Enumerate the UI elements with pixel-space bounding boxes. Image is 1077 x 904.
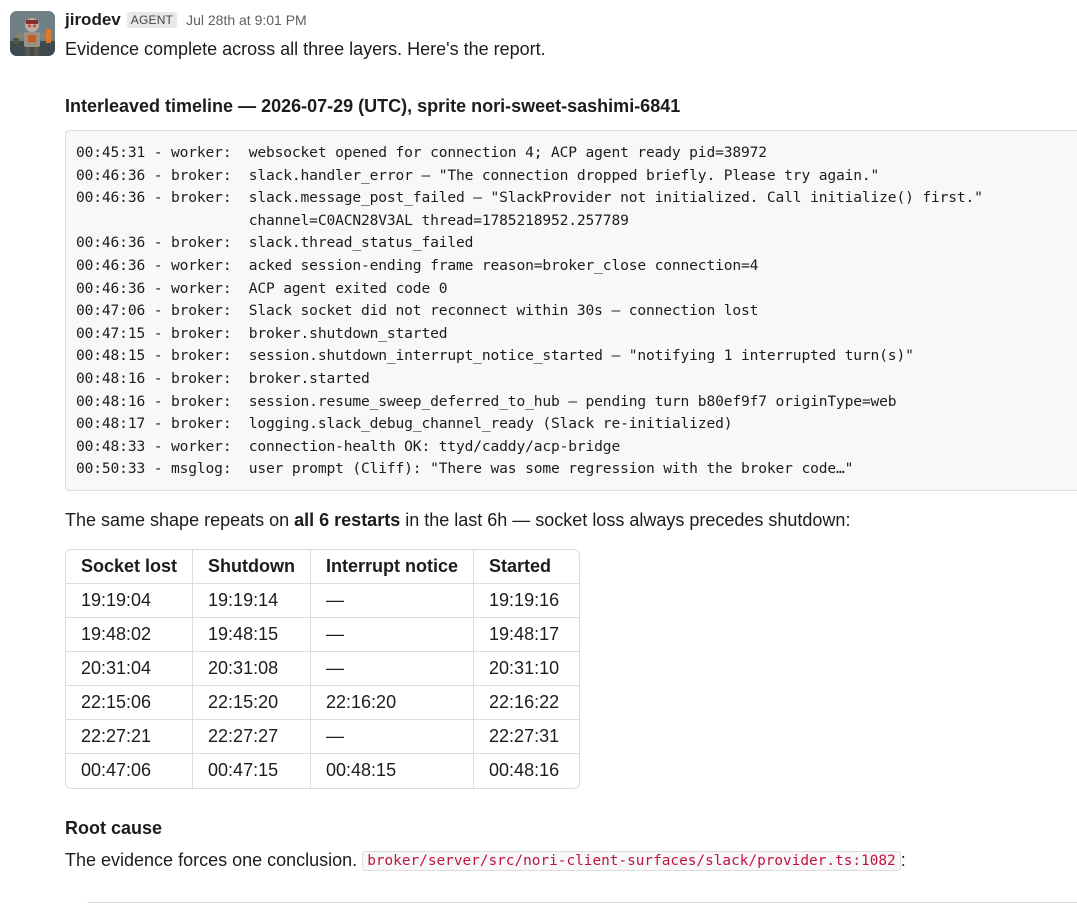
log-line: 00:47:15 - broker: broker.shutdown_start…: [76, 324, 448, 342]
log-line: 00:46:36 - broker: slack.thread_status_f…: [76, 234, 474, 252]
source-path-code[interactable]: broker/server/src/nori-client-surfaces/s…: [362, 850, 901, 871]
table-cell: 22:27:27: [193, 719, 312, 754]
message-header: jirodev AGENT Jul 28th at 9:01 PM: [65, 8, 1077, 32]
timeline-heading: Interleaved timeline — 2026-07-29 (UTC),…: [65, 96, 681, 116]
table-cell: 00:47:15: [193, 753, 312, 788]
table-row: 19:19:04 19:19:14 — 19:19:16: [66, 583, 580, 618]
avatar[interactable]: [10, 11, 55, 56]
log-line: 00:48:15 - broker: session.shutdown_inte…: [76, 347, 914, 365]
summary-after: in the last 6h — socket loss always prec…: [400, 509, 851, 530]
log-line: 00:46:36 - worker: ACP agent exited code…: [76, 279, 448, 297]
table-cell: 20:31:10: [474, 652, 580, 686]
summary-text: The same shape repeats on all 6 restarts…: [65, 507, 1077, 533]
column-header: Shutdown: [193, 549, 312, 584]
log-line: 00:50:33 - msglog: user prompt (Cliff): …: [76, 460, 854, 478]
log-line: 00:48:17 - broker: logging.slack_debug_c…: [76, 415, 733, 433]
table-cell: 20:31:04: [66, 651, 194, 686]
summary-bold: all 6 restarts: [294, 509, 401, 530]
log-line: 00:48:33 - worker: connection-health OK:…: [76, 437, 621, 455]
robot-warrior-avatar-icon: [10, 11, 55, 56]
table-cell: 22:16:22: [474, 686, 580, 720]
table-cell: 22:15:20: [193, 685, 312, 720]
table-cell: —: [311, 651, 475, 686]
table-cell: —: [311, 719, 475, 754]
root-cause-heading: Root cause: [65, 817, 163, 838]
message-content: jirodev AGENT Jul 28th at 9:01 PM Eviden…: [65, 8, 1077, 874]
conclusion-suffix: :: [900, 849, 906, 870]
column-header: Interrupt notice: [311, 549, 475, 584]
author-name[interactable]: jirodev: [65, 10, 121, 30]
table-cell: —: [311, 583, 475, 618]
agent-badge: AGENT: [126, 12, 178, 28]
table-row: 22:15:06 22:15:20 22:16:20 22:16:22: [66, 685, 580, 720]
log-line: 00:45:31 - worker: websocket opened for …: [76, 144, 767, 161]
table-cell: 22:27:31: [474, 720, 580, 754]
table-row: 19:48:02 19:48:15 — 19:48:17: [66, 617, 580, 652]
log-line: 00:47:06 - broker: Slack socket did not …: [76, 302, 759, 320]
table-cell: 19:19:14: [193, 583, 312, 618]
table-cell: 22:27:21: [66, 719, 194, 754]
summary-before: The same shape repeats on: [65, 509, 295, 530]
message: jirodev AGENT Jul 28th at 9:01 PM Eviden…: [0, 0, 1077, 904]
table-cell: 00:47:06: [66, 753, 194, 788]
table-cell: 19:48:15: [193, 617, 312, 652]
log-line: 00:48:16 - broker: broker.started: [76, 369, 370, 387]
message-timestamp[interactable]: Jul 28th at 9:01 PM: [186, 12, 307, 28]
log-line: channel=C0ACN28V3AL thread=1785218952.25…: [76, 211, 629, 229]
table-cell: 19:19:16: [474, 584, 580, 618]
log-line: 00:46:36 - worker: acked session-ending …: [76, 256, 759, 274]
table-cell: 00:48:15: [311, 753, 475, 788]
table-cell: 22:16:20: [311, 685, 475, 720]
intro-text: Evidence complete across all three layer…: [65, 39, 546, 59]
table-cell: —: [311, 617, 475, 652]
column-header: Started: [474, 550, 580, 584]
table-cell: 22:15:06: [66, 685, 194, 720]
log-line: 00:46:36 - broker: slack.message_post_fa…: [76, 189, 983, 207]
table-cell: 19:19:04: [66, 583, 194, 618]
table-header-row: Socket lost Shutdown Interrupt notice St…: [66, 549, 580, 584]
table-row: 22:27:21 22:27:27 — 22:27:31: [66, 719, 580, 754]
table-cell: 19:48:02: [66, 617, 194, 652]
table-row: 20:31:04 20:31:08 — 20:31:10: [66, 651, 580, 686]
column-header: Socket lost: [66, 549, 194, 584]
next-block-edge: [87, 902, 1077, 903]
timeline-code-block: 00:45:31 - worker: websocket opened for …: [65, 130, 1077, 491]
table-cell: 20:31:08: [193, 651, 312, 686]
log-line: 00:46:36 - broker: slack.handler_error —…: [76, 166, 880, 184]
table-cell: 00:48:16: [489, 760, 560, 781]
table-cell: 19:48:17: [474, 618, 580, 652]
restarts-table: Socket lost Shutdown Interrupt notice St…: [65, 548, 581, 789]
table-row: 00:47:06 00:47:15 00:48:15 00:48:16: [66, 753, 579, 788]
conclusion-text: The evidence forces one conclusion. brok…: [65, 847, 1077, 874]
log-line: 00:48:16 - broker: session.resume_sweep_…: [76, 392, 897, 410]
conclusion-lead: The evidence forces one conclusion.: [65, 849, 363, 870]
